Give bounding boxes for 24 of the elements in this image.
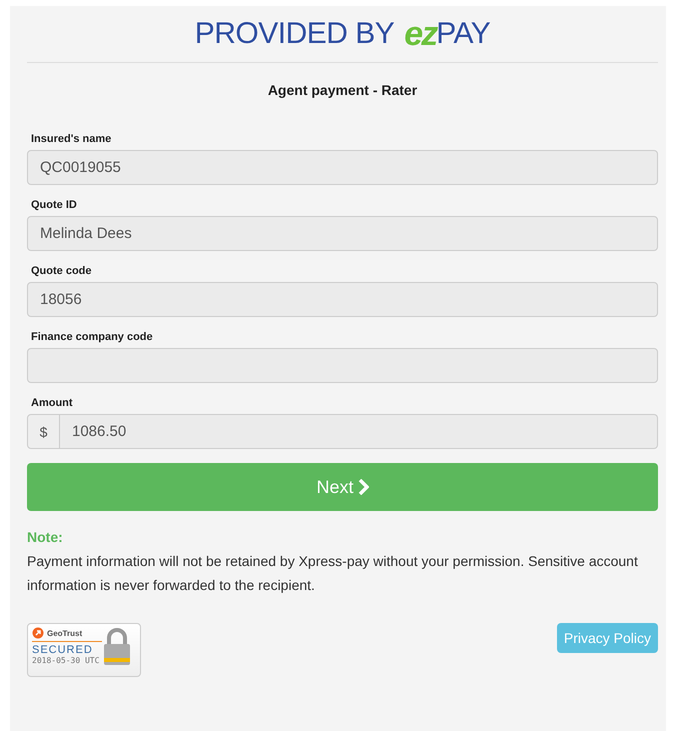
field-label: Quote ID: [31, 199, 78, 211]
security-seal[interactable]: GeoTrust SECURED 2018-05-30 UTC: [27, 623, 141, 677]
input-field[interactable]: Melinda Dees: [27, 216, 658, 251]
seal-logo-icon: [32, 627, 44, 639]
field-label: Amount: [31, 397, 74, 409]
chevron-right-icon: [358, 479, 368, 495]
input-field[interactable]: 18056: [27, 282, 658, 317]
logo-text: PROVIDED BY: [194, 16, 394, 52]
logo-mark: ez: [404, 16, 436, 52]
seal-brand: GeoTrust: [47, 628, 82, 638]
seal-date: 2018-05-30 UTC: [32, 656, 100, 665]
field-label: Finance company code: [31, 331, 154, 343]
note-text: Payment information will not be retained by Xpress-pay without your permission. Sensitive account information is never forwarded to the recipient.: [27, 552, 639, 595]
input-field[interactable]: [27, 348, 658, 383]
padlock-icon: [102, 627, 132, 667]
seal-status: SECURED: [32, 644, 94, 656]
note-heading: Note:: [27, 529, 64, 545]
currency-addon: $: [27, 414, 60, 449]
form-title: Agent payment - Rater: [266, 81, 418, 100]
logo-text: PAY: [436, 16, 490, 52]
amount-field[interactable]: 1086.50: [60, 414, 658, 449]
field-label: Quote code: [31, 265, 93, 277]
input-field[interactable]: QC0019055: [27, 150, 658, 185]
field-label: Insured's name: [31, 133, 112, 145]
